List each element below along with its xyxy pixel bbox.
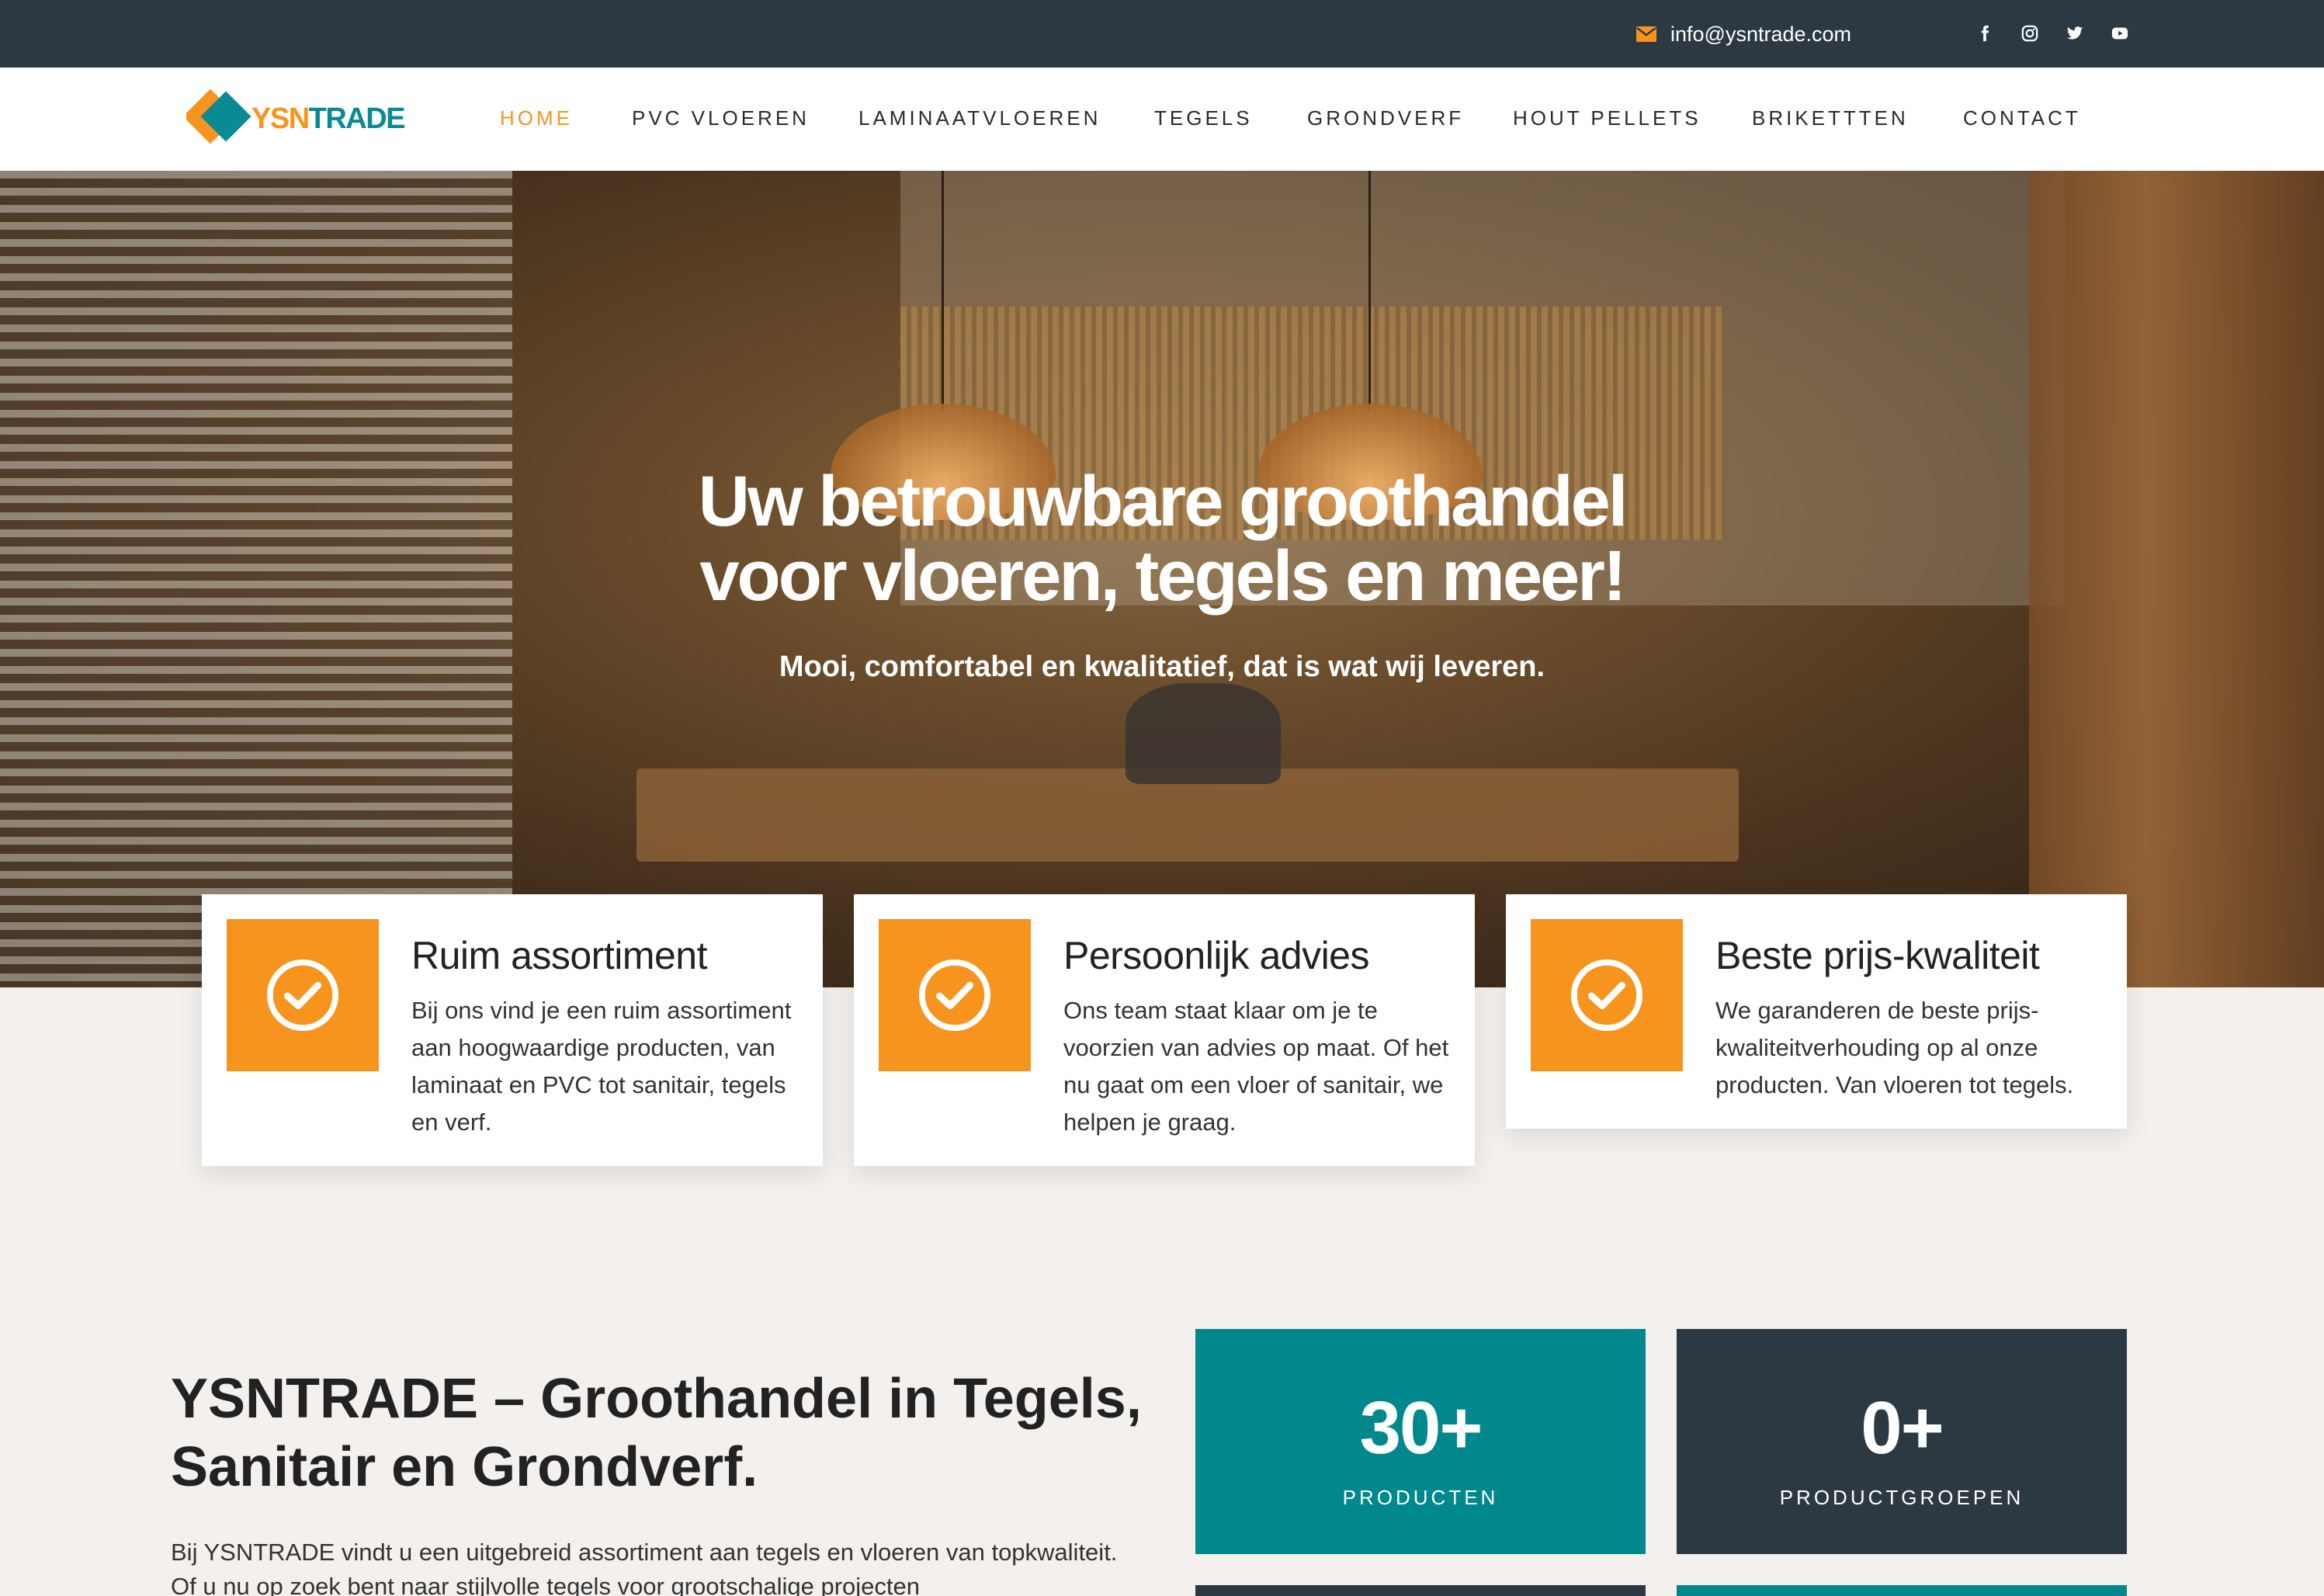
- about-title: YSNTRADE – Groothandel in Tegels, Sanita…: [171, 1368, 1142, 1498]
- feature-text: We garanderen de beste prijs-kwaliteitve…: [1715, 997, 2074, 1098]
- hero-subtitle: Mooi, comfortabel en kwalitatief, dat is…: [779, 651, 1545, 683]
- nav-item-tegels[interactable]: TEGELS: [1154, 106, 1253, 130]
- feature-text: Ons team staat klaar om je te voorzien v…: [1063, 997, 1449, 1136]
- nav-item-contact[interactable]: CONTACT: [1963, 106, 2081, 130]
- stat-card: [1677, 1585, 2127, 1596]
- stat-card: [1195, 1585, 1646, 1596]
- feature-icon-box: [879, 919, 1031, 1071]
- nav-item-pvc-vloeren[interactable]: PVC VLOEREN: [632, 106, 810, 130]
- feature-card: Beste prijs-kwaliteit We garanderen de b…: [1506, 894, 2127, 1129]
- feature-title: Beste prijs-kwaliteit: [1715, 934, 2040, 977]
- stat-number: 0+: [1861, 1386, 1944, 1469]
- envelope-icon: [1636, 26, 1656, 42]
- table-vases: [1126, 683, 1281, 784]
- nav-item-laminaatvloeren[interactable]: LAMINAATVLOEREN: [858, 106, 1101, 130]
- nav-item-hout-pellets[interactable]: HOUT PELLETS: [1513, 106, 1701, 130]
- twitter-icon[interactable]: [2065, 20, 2085, 47]
- stat-label: PRODUCTGROEPEN: [1779, 1486, 2024, 1509]
- lamp-cord: [1368, 171, 1371, 411]
- check-circle-icon: [918, 959, 991, 1032]
- check-circle-icon: [266, 959, 339, 1032]
- hero-title: Uw betrouwbare groothandel voor vloeren, …: [698, 462, 1629, 616]
- nav-item-home[interactable]: HOME: [500, 106, 573, 130]
- stat-card-product-groups: 0+ PRODUCTGROEPEN: [1677, 1329, 2127, 1554]
- feature-text: Bij ons vind je een ruim assortiment aan…: [411, 997, 792, 1136]
- site-header: YSNTRADE HOME PVC VLOEREN LAMINAATVLOERE…: [0, 68, 2324, 171]
- feature-icon-box: [227, 919, 379, 1071]
- lamp-cord: [942, 171, 944, 411]
- feature-card: Persoonlijk advies Ons team staat klaar …: [854, 894, 1475, 1166]
- email-text[interactable]: info@ysntrade.com: [1670, 23, 1851, 47]
- feature-icon-box: [1531, 919, 1683, 1071]
- check-circle-icon: [1570, 959, 1643, 1032]
- feature-card: Ruim assortiment Bij ons vind je een rui…: [202, 894, 823, 1166]
- main-nav: HOME PVC VLOEREN LAMINAATVLOEREN TEGELS …: [0, 68, 2324, 171]
- youtube-icon[interactable]: [2110, 20, 2130, 47]
- instagram-icon[interactable]: [2020, 20, 2040, 47]
- nav-item-briketten[interactable]: BRIKETTTEN: [1752, 106, 1909, 130]
- social-links: [1975, 20, 2130, 47]
- stat-number: 30+: [1359, 1386, 1483, 1469]
- stat-card-products: 30+ PRODUCTEN: [1195, 1329, 1646, 1554]
- facebook-icon[interactable]: [1975, 20, 1995, 47]
- stat-label: PRODUCTEN: [1342, 1486, 1499, 1509]
- email-link[interactable]: info@ysntrade.com: [1636, 20, 1851, 48]
- hero-section: Uw betrouwbare groothandel voor vloeren, …: [0, 171, 2324, 987]
- about-text: Bij YSNTRADE vindt u een uitgebreid asso…: [171, 1539, 1118, 1596]
- feature-title: Ruim assortiment: [411, 934, 708, 977]
- feature-title: Persoonlijk advies: [1063, 934, 1369, 977]
- nav-item-grondverf[interactable]: GRONDVERF: [1307, 106, 1464, 130]
- top-bar: info@ysntrade.com: [0, 0, 2324, 68]
